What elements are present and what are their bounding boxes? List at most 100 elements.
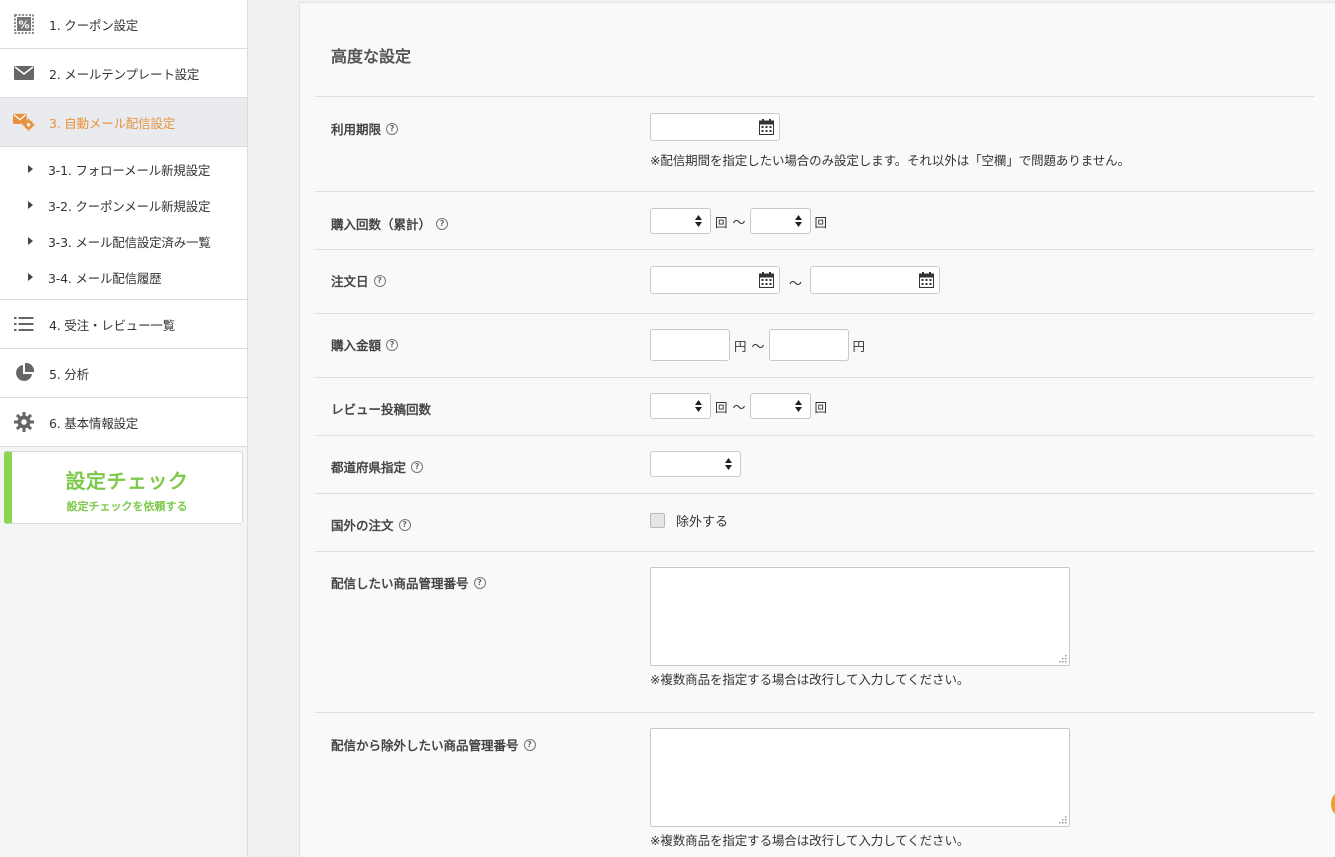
field-label-text: 配信から除外したい商品管理番号 (331, 738, 519, 753)
help-icon[interactable]: ? (436, 217, 449, 230)
include-products-textarea[interactable] (650, 567, 1070, 666)
nav-label: 3. 自動メール配信設定 (49, 115, 176, 131)
expiry-date-input[interactable] (650, 113, 780, 141)
nav-label: 4. 受注・レビュー一覧 (49, 317, 176, 333)
field-label-text: 利用期限 (331, 122, 382, 137)
field-label-text: レビュー投稿回数 (331, 402, 432, 417)
row-review-count: レビュー投稿回数 回 〜 回 (315, 378, 1314, 436)
unit-label: 円 (734, 338, 747, 354)
field-label: 国外の注文 ? (331, 515, 411, 534)
field-label: 利用期限 ? (331, 119, 399, 138)
include-products-note: ※複数商品を指定する場合は改行して入力してください。 (650, 672, 970, 687)
settings-check-title: 設定チェック (65, 469, 189, 493)
subnav-item-mail-settings-list[interactable]: 3-3. メール配信設定済み一覧 (0, 223, 247, 259)
exclude-products-wrap (650, 728, 1070, 827)
overseas-exclude-checkbox[interactable] (650, 513, 665, 528)
overseas-exclude-wrap: 除外する (650, 511, 728, 530)
settings-check-card[interactable]: 設定チェック 設定チェックを依頼する (4, 451, 243, 524)
subnav-item-follow-mail-new[interactable]: 3-1. フォローメール新規設定 (0, 151, 247, 187)
unit-label: 回 (814, 214, 828, 230)
spinner-icon (725, 458, 732, 470)
help-icon[interactable]: ? (398, 518, 411, 531)
unit-label: 円 (852, 338, 866, 354)
spinner-icon (695, 400, 702, 412)
subnav-label: 3-3. メール配信設定済み一覧 (48, 234, 211, 250)
purchase-count-max-select[interactable] (749, 208, 811, 234)
nav-label: 1. クーポン設定 (49, 17, 139, 33)
range-tilde: 〜 (732, 400, 746, 416)
unit-label: 回 (715, 399, 728, 415)
section-title: 高度な設定 (331, 47, 412, 66)
row-expiry: 利用期限 ? ※配信期間を指定したい場合のみ設定します。それ以外は「空欄」で問題… (315, 97, 1314, 192)
nav-item-orders-reviews[interactable]: 4. 受注・レビュー一覧 (0, 300, 247, 349)
checkbox-label[interactable]: 除外する (676, 511, 728, 530)
row-overseas: 国外の注文 ? 除外する (315, 494, 1314, 552)
range-tilde: 〜 (789, 276, 803, 292)
field-label-text: 注文日 (331, 274, 369, 289)
mail-gear-icon (13, 111, 35, 133)
purchase-count-range: 回 〜 回 (650, 208, 830, 234)
nav-item-coupon-settings[interactable]: % 1. クーポン設定 (0, 0, 247, 49)
exclude-products-textarea[interactable] (650, 728, 1070, 827)
purchase-amount-max-input[interactable] (768, 329, 849, 361)
help-icon[interactable]: ? (373, 274, 386, 287)
spinner-icon (695, 215, 702, 227)
help-icon[interactable]: ? (523, 738, 536, 751)
purchase-count-min-select[interactable] (650, 208, 711, 234)
mail-icon (13, 62, 35, 84)
order-date-to-input[interactable] (810, 266, 941, 294)
nav-label: 5. 分析 (49, 366, 89, 382)
coupon-icon: % (13, 13, 35, 35)
resize-grip-icon[interactable] (1059, 655, 1067, 663)
gear-icon (13, 411, 35, 433)
svg-text:%: % (18, 19, 29, 32)
help-icon[interactable]: ? (386, 122, 399, 135)
purchase-amount-range: 円 〜 円 (650, 329, 868, 361)
calendar-icon[interactable] (759, 119, 774, 135)
resize-grip-icon[interactable] (1059, 816, 1067, 824)
help-icon[interactable]: ? (411, 460, 424, 473)
field-label-text: 都道府県指定 (331, 460, 407, 475)
expiry-note: ※配信期間を指定したい場合のみ設定します。それ以外は「空欄」で問題ありません。 (650, 153, 1130, 168)
subnav: 3-1. フォローメール新規設定 3-2. クーポンメール新規設定 3-3. メ… (0, 147, 247, 300)
field-label: レビュー投稿回数 (331, 399, 431, 418)
field-label: 配信したい商品管理番号 ? (331, 573, 486, 592)
caret-right-icon (28, 201, 33, 209)
row-prefecture: 都道府県指定 ? (315, 436, 1314, 494)
calendar-icon[interactable] (919, 272, 935, 288)
include-products-wrap (650, 567, 1070, 666)
subnav-label: 3-4. メール配信履歴 (48, 270, 162, 286)
help-icon[interactable]: ? (386, 338, 399, 351)
field-label: 配信から除外したい商品管理番号 ? (331, 735, 536, 754)
field-label-text: 国外の注文 (331, 518, 394, 533)
subnav-label: 3-2. クーポンメール新規設定 (48, 198, 211, 214)
nav-label: 2. メールテンプレート設定 (49, 66, 200, 82)
help-icon[interactable]: ? (473, 576, 486, 589)
review-count-min-select[interactable] (650, 393, 711, 419)
field-label-text: 購入金額 (331, 338, 382, 353)
order-date-from-input[interactable] (650, 266, 780, 294)
subnav-item-coupon-mail-new[interactable]: 3-2. クーポンメール新規設定 (0, 187, 247, 223)
unit-label: 回 (715, 214, 728, 230)
exclude-products-note: ※複数商品を指定する場合は改行して入力してください。 (650, 833, 970, 848)
expiry-date-input-wrap (650, 113, 780, 141)
main-panel: 高度な設定 利用期限 ? ※配信期間を指定したい場合のみ設定します。それ以外は「… (299, 2, 1335, 857)
list-icon (13, 313, 35, 335)
nav-item-analytics[interactable]: 5. 分析 (0, 349, 247, 398)
review-count-max-select[interactable] (749, 393, 811, 419)
row-purchase-amount: 購入金額 ? 円 〜 円 (315, 314, 1314, 378)
range-tilde: 〜 (732, 215, 746, 231)
purchase-amount-min-input[interactable] (650, 329, 730, 361)
field-label: 注文日 ? (331, 271, 386, 290)
pie-chart-icon (13, 362, 35, 384)
nav-item-auto-mail[interactable]: 3. 自動メール配信設定 (0, 98, 247, 147)
prefecture-select[interactable] (650, 451, 741, 477)
nav-item-mail-template[interactable]: 2. メールテンプレート設定 (0, 49, 247, 98)
subnav-item-mail-history[interactable]: 3-4. メール配信履歴 (0, 259, 247, 295)
field-label-text: 購入回数（累計） (331, 217, 432, 232)
nav-item-basic-settings[interactable]: 6. 基本情報設定 (0, 398, 247, 447)
field-label: 都道府県指定 ? (331, 457, 424, 476)
unit-label: 回 (814, 399, 828, 415)
calendar-icon[interactable] (759, 272, 774, 288)
sidebar: % 1. クーポン設定 2. メールテンプレート設定 3. 自動メール配信設定 … (0, 0, 248, 857)
